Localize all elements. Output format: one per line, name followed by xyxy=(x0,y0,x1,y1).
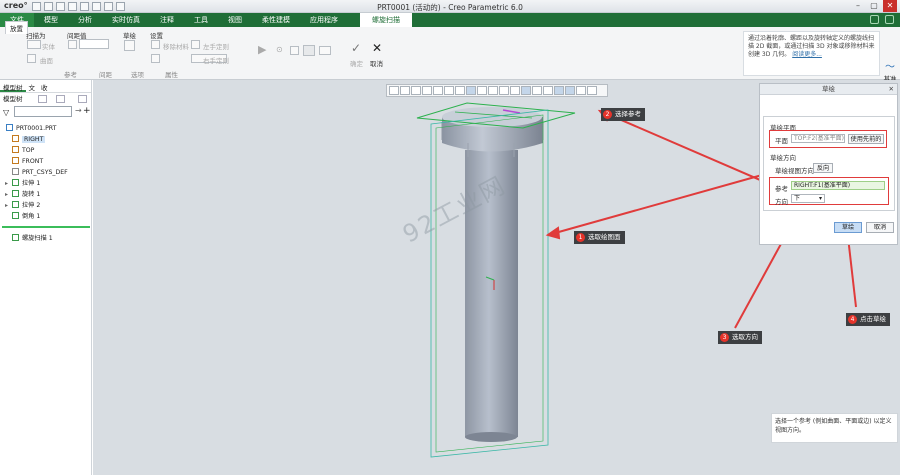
callout-text: 点击草绘 xyxy=(860,315,886,323)
tab-placement[interactable]: 放置 xyxy=(5,21,28,34)
callout-text: 选取方向 xyxy=(732,333,758,341)
sketch-orientation-label: 草绘方向 xyxy=(770,154,796,162)
view-direction-label: 草绘视图方向 xyxy=(775,167,814,175)
bolt-geometry[interactable] xyxy=(441,107,544,442)
reference-label: 参考 xyxy=(775,185,788,193)
callout-click-sketch: 4 点击草绘 xyxy=(846,313,890,326)
direction-label: 方向 xyxy=(775,198,788,206)
callout-select-sketch-plane: 1 选取绘图面 xyxy=(574,231,625,244)
callout-select-reference: 2 选择参考 xyxy=(601,108,645,121)
use-previous-button[interactable]: 使用先前的 xyxy=(848,134,884,144)
plane-label: 平面 xyxy=(775,137,788,145)
callout-text: 选取绘图面 xyxy=(588,233,621,241)
callout-number: 4 xyxy=(848,315,857,324)
reference-field[interactable]: RIGHT:F1(基准平面) xyxy=(791,181,885,190)
direction-select[interactable]: 下 ▾ xyxy=(791,194,825,203)
callout-text: 选择参考 xyxy=(615,110,641,118)
dialog-close-icon[interactable]: ✕ xyxy=(889,84,894,95)
chevron-down-icon: ▾ xyxy=(818,195,822,202)
callout-number: 3 xyxy=(720,333,729,342)
dialog-title: 草绘 xyxy=(822,85,835,93)
sketch-cancel-button[interactable]: 取消 xyxy=(866,222,894,233)
callout-select-direction: 3 选取方向 xyxy=(718,331,762,344)
dialog-title-bar: 草绘 ✕ xyxy=(760,84,897,95)
flip-button[interactable]: 反向 xyxy=(813,163,833,173)
direction-value: 下 xyxy=(794,195,801,202)
sketch-plane-field[interactable]: TOP:F2(基准平面) xyxy=(791,134,845,143)
callout-number: 2 xyxy=(603,110,612,119)
callout-number: 1 xyxy=(576,233,585,242)
status-tooltip: 选择一个参考 (例如曲面、平面或边) 以定义视图方向。 xyxy=(771,413,898,443)
sketch-ok-button[interactable]: 草绘 xyxy=(834,222,862,233)
